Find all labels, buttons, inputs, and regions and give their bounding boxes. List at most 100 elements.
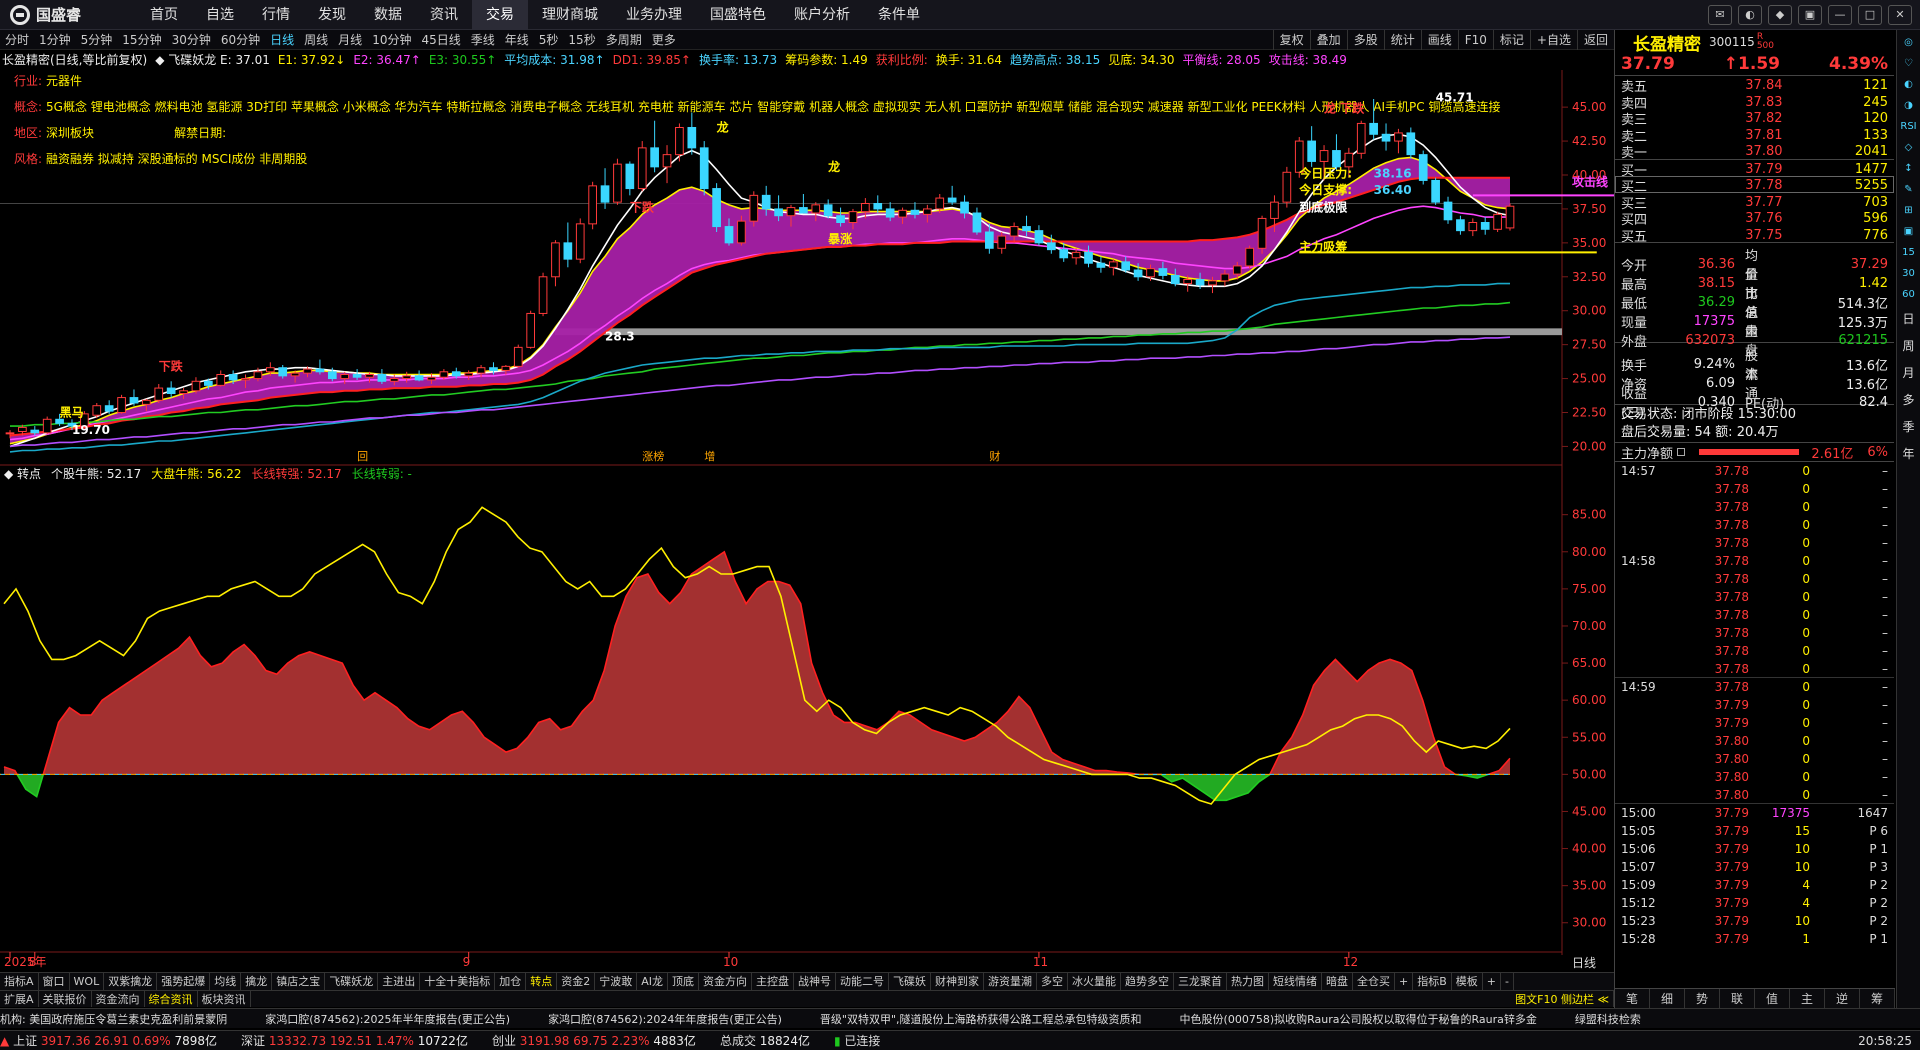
- ask-row[interactable]: 卖三 37.82 120: [1615, 109, 1894, 128]
- nav-9[interactable]: 国盛特色: [696, 0, 780, 30]
- indicator-tab-20[interactable]: 动能二号: [836, 973, 889, 990]
- indicator-tab-32[interactable]: +: [1395, 973, 1414, 990]
- extension-tab-1[interactable]: 关联报价: [39, 991, 92, 1007]
- quote-tab-1[interactable]: 细: [1650, 989, 1685, 1008]
- kline-chart[interactable]: 20.00 22.50 25.00 27.50 30.00 32.50 35.00 37.50…: [0, 70, 1614, 972]
- news-item-3[interactable]: 晋级"双特双甲",隧道股份上海路桥获得公路工程总承包特级资质和: [820, 1011, 1142, 1027]
- side-tool-icon[interactable]: ♡: [1900, 55, 1918, 73]
- bid-row[interactable]: 买一 37.79 1477: [1615, 160, 1894, 179]
- period-tab-4[interactable]: 30分钟: [167, 30, 216, 50]
- side-tool-icon[interactable]: 60: [1900, 286, 1918, 304]
- indicator-tab-12[interactable]: 转点: [526, 973, 558, 990]
- ask-row[interactable]: 卖二 37.81 133: [1615, 126, 1894, 145]
- tool-button-7[interactable]: +自选: [1529, 29, 1577, 50]
- indicator-tab-17[interactable]: 资金方向: [699, 973, 752, 990]
- indicator-tab-36[interactable]: -: [1501, 973, 1514, 990]
- tool-button-1[interactable]: 叠加: [1309, 29, 1347, 50]
- bid-row[interactable]: 买五 37.75 776: [1615, 226, 1894, 245]
- indicator-tab-29[interactable]: 短线情绪: [1269, 973, 1322, 990]
- news-item-5[interactable]: 绿盟科技检索: [1575, 1011, 1641, 1027]
- period-tab-16[interactable]: 更多: [647, 30, 681, 50]
- quote-tab-4[interactable]: 值: [1755, 989, 1790, 1008]
- side-tool-icon[interactable]: 15: [1900, 244, 1918, 262]
- indicator-tab-5[interactable]: 均线: [210, 973, 242, 990]
- indicator-tab-9[interactable]: 主进出: [378, 973, 421, 990]
- period-tab-13[interactable]: 5秒: [534, 30, 564, 50]
- tool-button-5[interactable]: F10: [1457, 29, 1493, 50]
- side-tool-icon[interactable]: ▣: [1900, 223, 1918, 241]
- nav-5[interactable]: 资讯: [416, 0, 472, 30]
- period-tab-14[interactable]: 15秒: [563, 30, 600, 50]
- indicator-tab-26[interactable]: 趋势多空: [1121, 973, 1174, 990]
- extension-tab-4[interactable]: 板块资讯: [198, 991, 251, 1007]
- indicator-tab-25[interactable]: 冰火量能: [1068, 973, 1121, 990]
- side-period-5[interactable]: 年: [1900, 442, 1918, 466]
- side-panel-toggle[interactable]: 图文F10 侧边栏 ≪: [1511, 991, 1614, 1007]
- extension-tab-2[interactable]: 资金流向: [92, 991, 145, 1007]
- news-item-4[interactable]: 中色股份(000758)拟收购Raura公司股权以取得位于秘鲁的Raura锌多金: [1180, 1011, 1537, 1027]
- message-icon[interactable]: ✉: [1708, 4, 1732, 25]
- indicator-tab-10[interactable]: 十全十美指标: [420, 973, 496, 990]
- indicator-tab-35[interactable]: +: [1483, 973, 1501, 990]
- tool-button-3[interactable]: 统计: [1383, 29, 1421, 50]
- nav-3[interactable]: 发现: [304, 0, 360, 30]
- period-tab-6[interactable]: 日线: [265, 30, 299, 50]
- tool-button-2[interactable]: 多股: [1346, 29, 1384, 50]
- period-tab-10[interactable]: 45日线: [416, 30, 465, 50]
- side-period-3[interactable]: 多: [1900, 388, 1918, 412]
- indicator-tab-31[interactable]: 全仓买: [1353, 973, 1395, 990]
- indicator-tab-23[interactable]: 游资量潮: [984, 973, 1037, 990]
- indicator-tab-13[interactable]: 资金2: [557, 973, 596, 990]
- nav-6[interactable]: 交易: [472, 0, 528, 30]
- indicator-tab-19[interactable]: 战神号: [794, 973, 836, 990]
- tick-list[interactable]: 14:57 37.78 0 – 37.78 0 – 37.78 0 – 37.78 0 – 37.78 0 –…: [1615, 462, 1894, 948]
- pin-icon[interactable]: ◆: [1768, 4, 1792, 25]
- nav-10[interactable]: 账户分析: [780, 0, 864, 30]
- tool-button-8[interactable]: 返回: [1576, 29, 1614, 50]
- indicator-tab-3[interactable]: 双紫擒龙: [104, 973, 158, 990]
- indicator-tab-7[interactable]: 镇店之宝: [272, 973, 326, 990]
- ask-row[interactable]: 卖四 37.83 245: [1615, 93, 1894, 112]
- period-tab-8[interactable]: 月线: [333, 30, 367, 50]
- nav-4[interactable]: 数据: [360, 0, 416, 30]
- period-tab-9[interactable]: 10分钟: [367, 30, 416, 50]
- period-tab-1[interactable]: 1分钟: [34, 30, 76, 50]
- quote-tab-0[interactable]: 笔: [1615, 989, 1650, 1008]
- skin-icon[interactable]: ◐: [1738, 4, 1762, 25]
- bid-row[interactable]: 买三 37.77 703: [1615, 193, 1894, 212]
- period-tab-0[interactable]: 分时: [0, 30, 34, 50]
- side-period-1[interactable]: 周: [1900, 334, 1918, 358]
- indicator-tab-24[interactable]: 多空: [1037, 973, 1068, 990]
- ask-row[interactable]: 卖一 37.80 2041: [1615, 142, 1894, 161]
- side-tool-icon[interactable]: ◎: [1900, 34, 1918, 52]
- indicator-tab-21[interactable]: 飞碟妖: [889, 973, 931, 990]
- side-period-4[interactable]: 季: [1900, 415, 1918, 439]
- side-tool-icon[interactable]: RSI: [1900, 118, 1918, 136]
- side-tool-icon[interactable]: ⊞: [1900, 202, 1918, 220]
- quote-tab-6[interactable]: 逆: [1825, 989, 1860, 1008]
- indicator-tab-2[interactable]: WOL: [70, 973, 105, 990]
- indicator-tab-4[interactable]: 强势起爆: [157, 973, 211, 990]
- extension-tab-3[interactable]: 综合资讯: [145, 991, 198, 1007]
- quote-tab-2[interactable]: 势: [1685, 989, 1720, 1008]
- maximize-icon[interactable]: □: [1858, 4, 1882, 25]
- side-tool-icon[interactable]: ◇: [1900, 139, 1918, 157]
- side-tool-icon[interactable]: 30: [1900, 265, 1918, 283]
- news-item-2[interactable]: 家鸿口腔(874562):2024年年度报告(更正公告): [548, 1011, 782, 1027]
- quote-tab-3[interactable]: 联: [1720, 989, 1755, 1008]
- side-tool-icon[interactable]: ◐: [1900, 76, 1918, 94]
- period-tab-11[interactable]: 季线: [466, 30, 500, 50]
- quote-tab-7[interactable]: 筹: [1860, 989, 1895, 1008]
- minimize-icon[interactable]: —: [1828, 4, 1852, 25]
- period-tab-15[interactable]: 多周期: [601, 30, 647, 50]
- tool-button-4[interactable]: 画线: [1420, 29, 1458, 50]
- period-tab-7[interactable]: 周线: [299, 30, 333, 50]
- period-tab-3[interactable]: 15分钟: [117, 30, 166, 50]
- side-period-2[interactable]: 月: [1900, 361, 1918, 385]
- indicator-tab-6[interactable]: 擒龙: [241, 973, 273, 990]
- cy-index[interactable]: 创业 3191.98 69.75 2.23% 4883亿: [492, 1032, 696, 1049]
- indicator-tab-1[interactable]: 窗口: [39, 973, 70, 990]
- period-tab-2[interactable]: 5分钟: [76, 30, 118, 50]
- nav-2[interactable]: 行情: [248, 0, 304, 30]
- quote-tab-5[interactable]: 主: [1790, 989, 1825, 1008]
